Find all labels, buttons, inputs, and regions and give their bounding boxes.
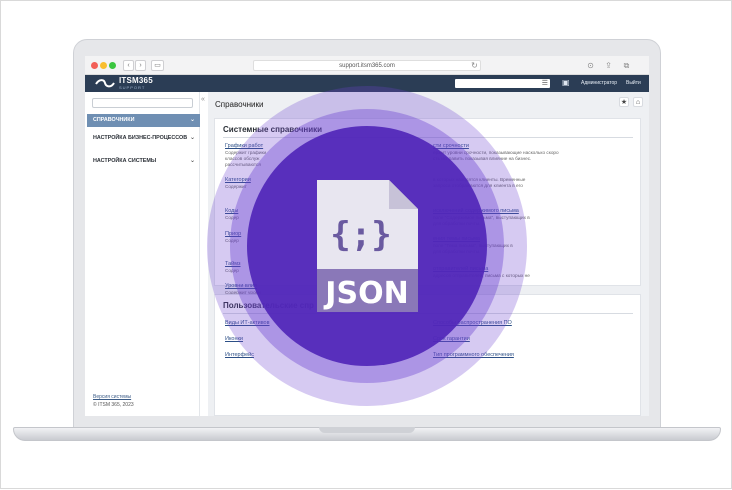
directory-link[interactable]: Приор <box>225 231 241 237</box>
directory-description: Содер <box>225 238 239 243</box>
logout-link[interactable]: Выйти <box>626 80 641 86</box>
directory-link[interactable]: Категории <box>225 177 251 183</box>
directory-description: сть исправить показывая влияние на бизне… <box>433 156 532 161</box>
browser-toolbar: ‹ › ▭ support.itsm365.com ↻ ⊙ ⇪ ⧉ <box>85 56 649 75</box>
sidebar-item-directories[interactable]: СПРАВОЧНИКИ ⌄ <box>87 114 200 127</box>
directory-link[interactable]: Тип программного обеспечения <box>433 352 514 358</box>
directory-description: Содер <box>225 215 239 220</box>
home-icon[interactable]: ⌂ <box>633 97 643 107</box>
chevron-down-icon: ⌄ <box>189 117 195 123</box>
directory-description: для обработки почты. <box>433 249 481 254</box>
directory-description: для обработки почты. <box>433 221 481 226</box>
collapse-sidebar-icon[interactable]: « <box>201 96 205 103</box>
directory-link[interactable]: Графики работ <box>225 143 263 149</box>
sidebar: СПРАВОЧНИКИ ⌄ НАСТРОЙКА БИЗНЕС-ПРОЦЕССОВ… <box>85 92 200 416</box>
chevron-down-icon: ⌄ <box>189 158 195 164</box>
user-directories-card: Пользовательские спр Виды ИТ-активов Ико… <box>214 294 641 416</box>
system-directories-card: Системные справочники Графики работ Соде… <box>214 118 641 295</box>
messages-icon[interactable]: ▣ <box>562 78 570 88</box>
extension-icon[interactable]: ⊙ <box>585 60 596 71</box>
copyright-text: © ITSM 365, 2023 <box>93 402 134 408</box>
directory-description: рассчитываются <box>225 162 261 167</box>
tabs-icon[interactable]: ⧉ <box>621 60 632 71</box>
directory-link[interactable]: Иконки <box>225 336 243 342</box>
version-link[interactable]: Версия системы <box>93 394 131 400</box>
frame: ‹ › ▭ support.itsm365.com ↻ ⊙ ⇪ ⧉ ITSM36… <box>0 0 732 489</box>
card-title: Пользовательские спр <box>223 301 314 310</box>
close-window-dot[interactable] <box>91 62 98 69</box>
laptop-screen: ‹ › ▭ support.itsm365.com ↻ ⊙ ⇪ ⧉ ITSM36… <box>85 56 649 416</box>
directory-link[interactable]: Срок гарантии <box>433 336 470 342</box>
address-bar[interactable]: support.itsm365.com <box>253 60 481 71</box>
sidebar-item-system-settings[interactable]: НАСТРОЙКА СИСТЕМЫ ⌄ <box>87 158 200 165</box>
directory-link[interactable]: исключений содержимого письма <box>433 208 519 214</box>
directory-link[interactable]: Таймз <box>225 261 241 267</box>
star-icon[interactable]: ★ <box>619 97 629 107</box>
page-title: Справочники <box>215 100 264 109</box>
directory-link[interactable]: Коды <box>225 208 238 214</box>
sidebar-search-input[interactable] <box>92 98 193 108</box>
chevron-down-icon: ⌄ <box>189 135 195 141</box>
directory-description: Содер <box>225 268 239 273</box>
directory-link[interactable]: ения темы письма <box>433 236 480 242</box>
directory-link[interactable]: Интерфейс <box>225 352 254 358</box>
directory-link[interactable]: Способы распространения ПО <box>433 320 512 326</box>
laptop-notch <box>319 427 415 433</box>
minimize-window-dot[interactable] <box>100 62 107 69</box>
reload-icon[interactable]: ↻ <box>469 60 480 71</box>
maximize-window-dot[interactable] <box>109 62 116 69</box>
sidebar-item-label: НАСТРОЙКА БИЗНЕС-ПРОЦЕССОВ <box>93 135 188 141</box>
logo-icon <box>95 79 115 88</box>
header-search-input[interactable]: ☰ <box>455 79 550 88</box>
directory-description: запроса отображаются для клиента в его <box>433 183 523 188</box>
logo-name: ITSM365 <box>119 76 153 85</box>
user-menu-link[interactable]: Администратор <box>581 80 617 86</box>
divider <box>223 137 633 138</box>
divider <box>223 313 633 314</box>
app-header: ITSM365 SUPPORT ☰ ▣ Администратор Выйти <box>85 75 649 92</box>
forward-icon[interactable]: › <box>135 60 146 71</box>
sidebar-item-label: СПРАВОЧНИКИ <box>93 117 135 123</box>
card-title: Системные справочники <box>223 125 323 134</box>
share-icon[interactable]: ⇪ <box>603 60 614 71</box>
sidebar-item-label: НАСТРОЙКА СИСТЕМЫ <box>93 158 157 164</box>
main-content: Справочники ★ ⌂ Системные справочники Гр… <box>208 92 649 416</box>
directory-link[interactable]: отправителей письма <box>433 266 488 272</box>
sidebar-item-business-processes[interactable]: НАСТРОЙКА БИЗНЕС-ПРОЦЕССОВ ⌄ <box>87 135 200 142</box>
filter-icon[interactable]: ☰ <box>542 79 548 88</box>
directory-link[interactable]: Уровни влия <box>225 283 257 289</box>
sidebar-toggle-icon[interactable]: ▭ <box>151 60 164 71</box>
back-icon[interactable]: ‹ <box>123 60 134 71</box>
directory-link[interactable]: сти срочности <box>433 143 469 149</box>
logo-subtitle: SUPPORT <box>119 85 146 90</box>
directory-link[interactable]: Виды ИТ-активов <box>225 320 270 326</box>
directory-description: адресов отправителей, письма с которых н… <box>433 273 530 278</box>
directory-description: Содержит <box>225 184 247 189</box>
